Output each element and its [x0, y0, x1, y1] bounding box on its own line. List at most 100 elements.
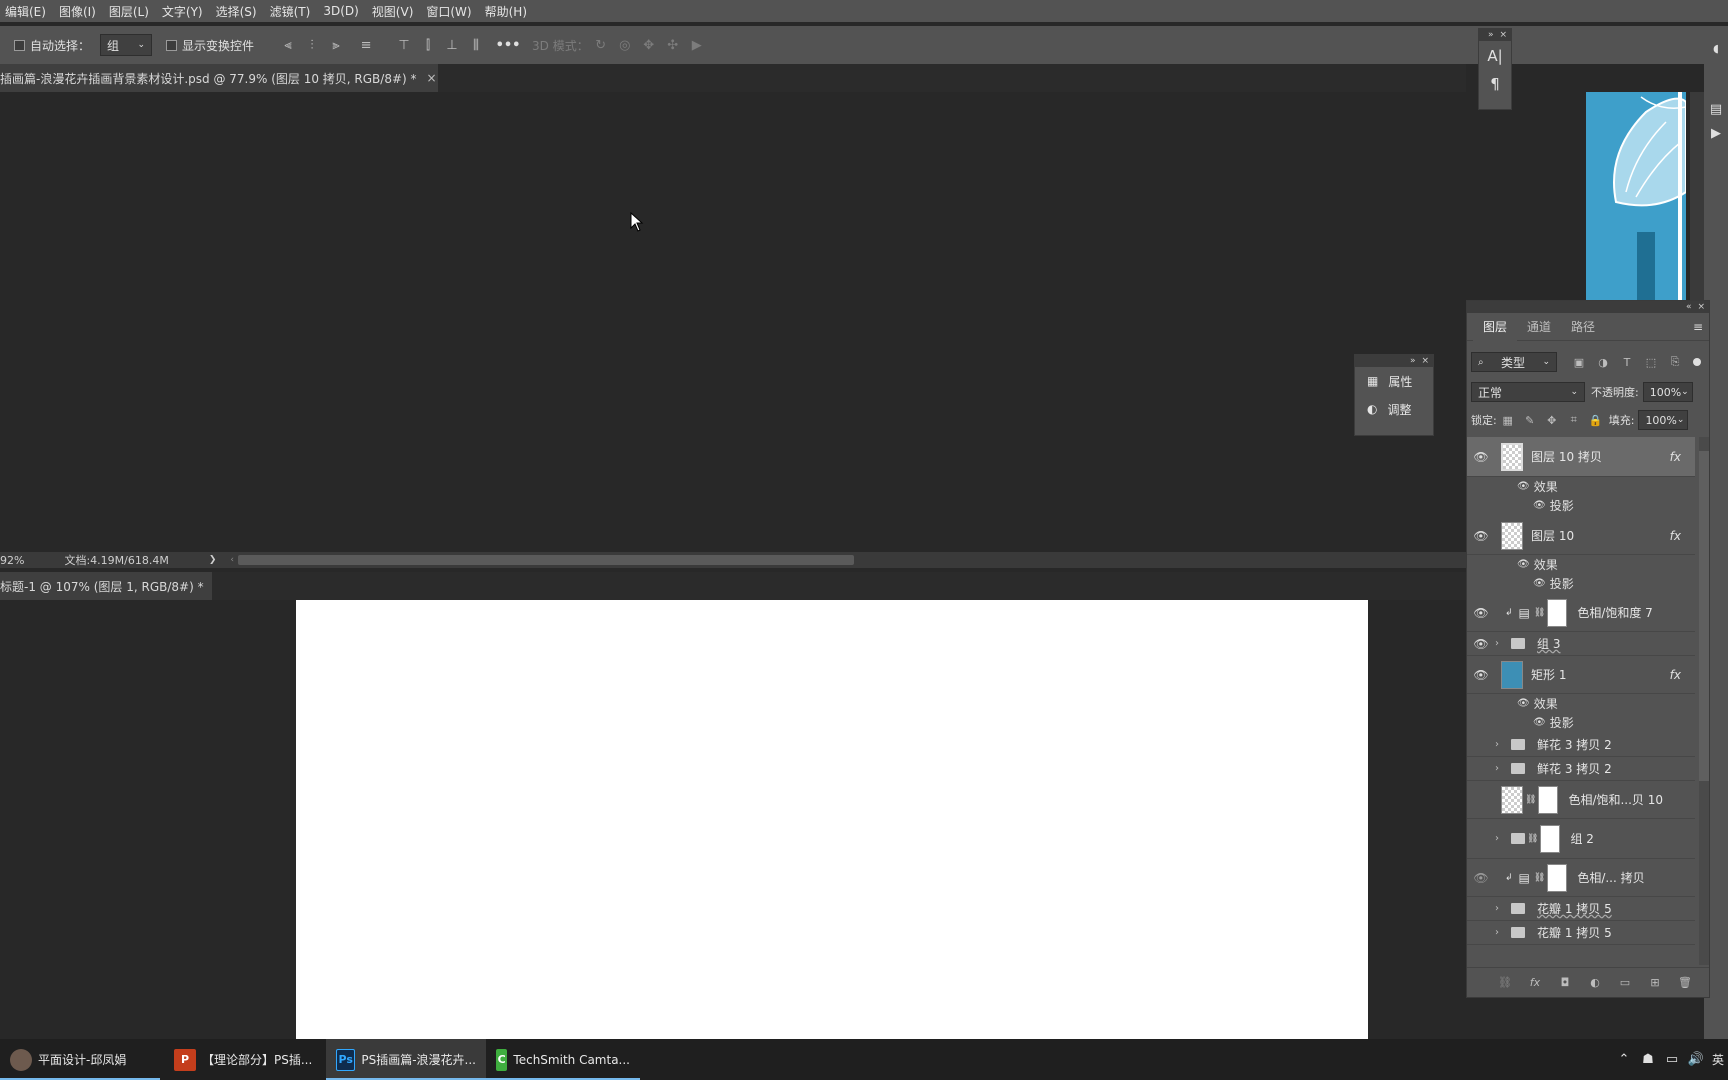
taskbar-item-wechat[interactable]: 平面设计-邱凤娟 [0, 1039, 160, 1080]
filter-kind-dropdown[interactable]: ⌕ 类型 ⌄ [1471, 352, 1557, 372]
distribute-icon[interactable]: ≡ [358, 37, 374, 53]
3d-slide-icon[interactable]: ✣ [665, 37, 681, 53]
link-layers-icon[interactable]: ⛓ [1497, 975, 1513, 991]
visibility-eye-icon[interactable]: 👁 [1467, 668, 1495, 682]
menu-3d[interactable]: 3D(D) [318, 4, 366, 18]
layer-name[interactable]: 花瓣 1 拷贝 5 [1537, 924, 1612, 941]
tab-paths[interactable]: 路径 [1561, 313, 1605, 341]
align-center-icon[interactable]: ⫶ [304, 37, 320, 53]
auto-select-dropdown[interactable]: 组 ⌄ [100, 34, 153, 56]
opacity-input[interactable]: 100% ⌄ [1642, 382, 1693, 402]
3d-scale-icon[interactable]: ▶ [689, 37, 705, 53]
filter-smart-object-icon[interactable]: ⎘ [1667, 354, 1683, 370]
paragraph-panel-icon[interactable]: ¶ [1479, 71, 1511, 97]
filter-type-icon[interactable]: T [1619, 354, 1635, 370]
status-menu-arrow-icon[interactable]: ❯ [209, 555, 217, 565]
add-style-icon[interactable]: fx [1527, 975, 1543, 991]
lock-transparent-icon[interactable]: ▦ [1500, 412, 1516, 428]
distribute-vertical-icon[interactable]: ⫼ [468, 37, 484, 53]
lock-position-icon[interactable]: ✥ [1544, 412, 1560, 428]
volume-icon[interactable]: 🔊 [1688, 1052, 1704, 1068]
align-bottom-icon[interactable]: ⊥ [444, 37, 460, 53]
menu-type[interactable]: 文字(Y) [157, 3, 211, 20]
group-row[interactable]: › 花瓣 1 拷贝 5 [1467, 921, 1695, 945]
panel-menu-icon[interactable]: ≡ [1693, 320, 1703, 334]
layer-row[interactable]: 👁 图层 10 fx [1467, 517, 1695, 555]
layer-name[interactable]: 图层 10 拷贝 [1531, 448, 1602, 465]
menu-help[interactable]: 帮助(H) [480, 3, 535, 20]
visibility-eye-icon[interactable]: 👁 [1533, 578, 1546, 589]
document-tab-1[interactable]: 插画篇-浪漫花卉插画背景素材设计.psd @ 77.9% (图层 10 拷贝, … [0, 64, 438, 92]
filter-toggle-icon[interactable] [1693, 358, 1701, 366]
chevron-right-icon[interactable]: › [1495, 833, 1505, 844]
visibility-eye-icon[interactable]: 👁 [1467, 450, 1495, 464]
new-adjustment-icon[interactable]: ◐ [1587, 975, 1603, 991]
layer-name[interactable]: 鲜花 3 拷贝 2 [1537, 760, 1612, 777]
chevron-right-icon[interactable]: › [1495, 638, 1505, 649]
chevron-right-icon[interactable]: › [1495, 763, 1505, 774]
shadow-effect-row[interactable]: 👁 投影 [1467, 574, 1695, 593]
collapse-icon[interactable]: » [1410, 356, 1416, 366]
filter-adjustment-icon[interactable]: ◑ [1595, 354, 1611, 370]
close-icon[interactable]: × [427, 71, 437, 85]
add-mask-icon[interactable]: ◘ [1557, 975, 1573, 991]
visibility-eye-icon[interactable]: 👁 [1467, 606, 1495, 620]
taskbar-item-powerpoint[interactable]: P 【理论部分】PS插... [164, 1039, 326, 1080]
layer-row[interactable]: 👁 ↲ ▤ ⛓ 色相/... 拷贝 [1467, 859, 1695, 897]
horizontal-scrollbar-thumb[interactable] [238, 555, 854, 565]
effects-row[interactable]: 👁 效果 [1467, 555, 1695, 574]
visibility-eye-icon[interactable]: 👁 [1467, 637, 1495, 651]
align-left-icon[interactable]: ⫷ [280, 37, 296, 53]
layer-row[interactable]: 👁 ↲ ▤ ⛓ 色相/饱和度 7 [1467, 594, 1695, 632]
fill-input[interactable]: 100% ⌄ [1638, 410, 1689, 430]
properties-button[interactable]: ▦ 属性 [1355, 367, 1433, 395]
zoom-level[interactable]: 92% [0, 554, 24, 567]
shadow-effect-row[interactable]: 👁 投影 [1467, 713, 1695, 732]
lock-artboard-icon[interactable]: ⌗ [1566, 412, 1582, 428]
new-group-icon[interactable]: ▭ [1617, 975, 1633, 991]
blend-mode-dropdown[interactable]: 正常 ⌄ [1471, 382, 1585, 402]
effects-row[interactable]: 👁 效果 [1467, 477, 1695, 496]
network-icon[interactable]: ▭ [1664, 1052, 1680, 1068]
fx-icon[interactable]: fx [1670, 450, 1681, 464]
lock-all-icon[interactable]: 🔒 [1588, 412, 1604, 428]
collapse-icon[interactable]: » [1488, 30, 1494, 40]
lock-pixels-icon[interactable]: ✎ [1522, 412, 1538, 428]
white-artboard[interactable] [296, 600, 1368, 1039]
layer-name[interactable]: 花瓣 1 拷贝 5 [1537, 900, 1612, 917]
document-canvas-1[interactable] [0, 92, 1466, 552]
effects-row[interactable]: 👁 效果 [1467, 694, 1695, 713]
layer-name[interactable]: 组 3 [1537, 635, 1560, 652]
visibility-eye-icon[interactable]: 👁 [1467, 529, 1495, 543]
new-layer-icon[interactable]: ⊞ [1647, 975, 1663, 991]
close-icon[interactable]: × [1499, 30, 1507, 40]
layer-name[interactable]: 鲜花 3 拷贝 2 [1537, 736, 1612, 753]
layer-name[interactable]: 色相/饱和度 7 [1577, 604, 1653, 621]
group-row[interactable]: › ⛓ 组 2 [1467, 819, 1695, 859]
3d-rotate-icon[interactable]: ↻ [593, 37, 609, 53]
collapse-icon[interactable]: « [1686, 302, 1692, 312]
character-panel-icon[interactable]: A| [1479, 41, 1511, 71]
fx-icon[interactable]: fx [1670, 529, 1681, 543]
vertical-scrollbar-1[interactable] [1690, 92, 1704, 300]
filter-shape-icon[interactable]: ⬚ [1643, 354, 1659, 370]
show-transform-checkbox[interactable] [166, 39, 178, 51]
panel-toggle-icon[interactable]: ◖ [1704, 42, 1728, 62]
visibility-eye-icon[interactable]: 👁 [1467, 871, 1495, 885]
tab-layers[interactable]: 图层 [1473, 312, 1518, 341]
scroll-left-icon[interactable]: ‹ [230, 555, 234, 565]
chevron-right-icon[interactable]: › [1495, 903, 1505, 914]
3d-roll-icon[interactable]: ◎ [617, 37, 633, 53]
chevron-right-icon[interactable]: › [1495, 927, 1505, 938]
layer-row[interactable]: ⛓ 色相/饱和...贝 10 [1467, 781, 1695, 819]
visibility-eye-icon[interactable]: 👁 [1517, 698, 1530, 709]
group-row[interactable]: › 鲜花 3 拷贝 2 [1467, 757, 1695, 781]
menu-image[interactable]: 图像(I) [54, 3, 104, 20]
align-right-icon[interactable]: ⫸ [328, 37, 344, 53]
layer-name[interactable]: 色相/... 拷贝 [1577, 869, 1644, 886]
group-row[interactable]: › 花瓣 1 拷贝 5 [1467, 897, 1695, 921]
menu-window[interactable]: 窗口(W) [421, 3, 479, 20]
close-icon[interactable]: × [1697, 302, 1705, 312]
auto-select-checkbox[interactable] [14, 39, 25, 51]
align-middle-icon[interactable]: ⫿ [420, 37, 436, 53]
